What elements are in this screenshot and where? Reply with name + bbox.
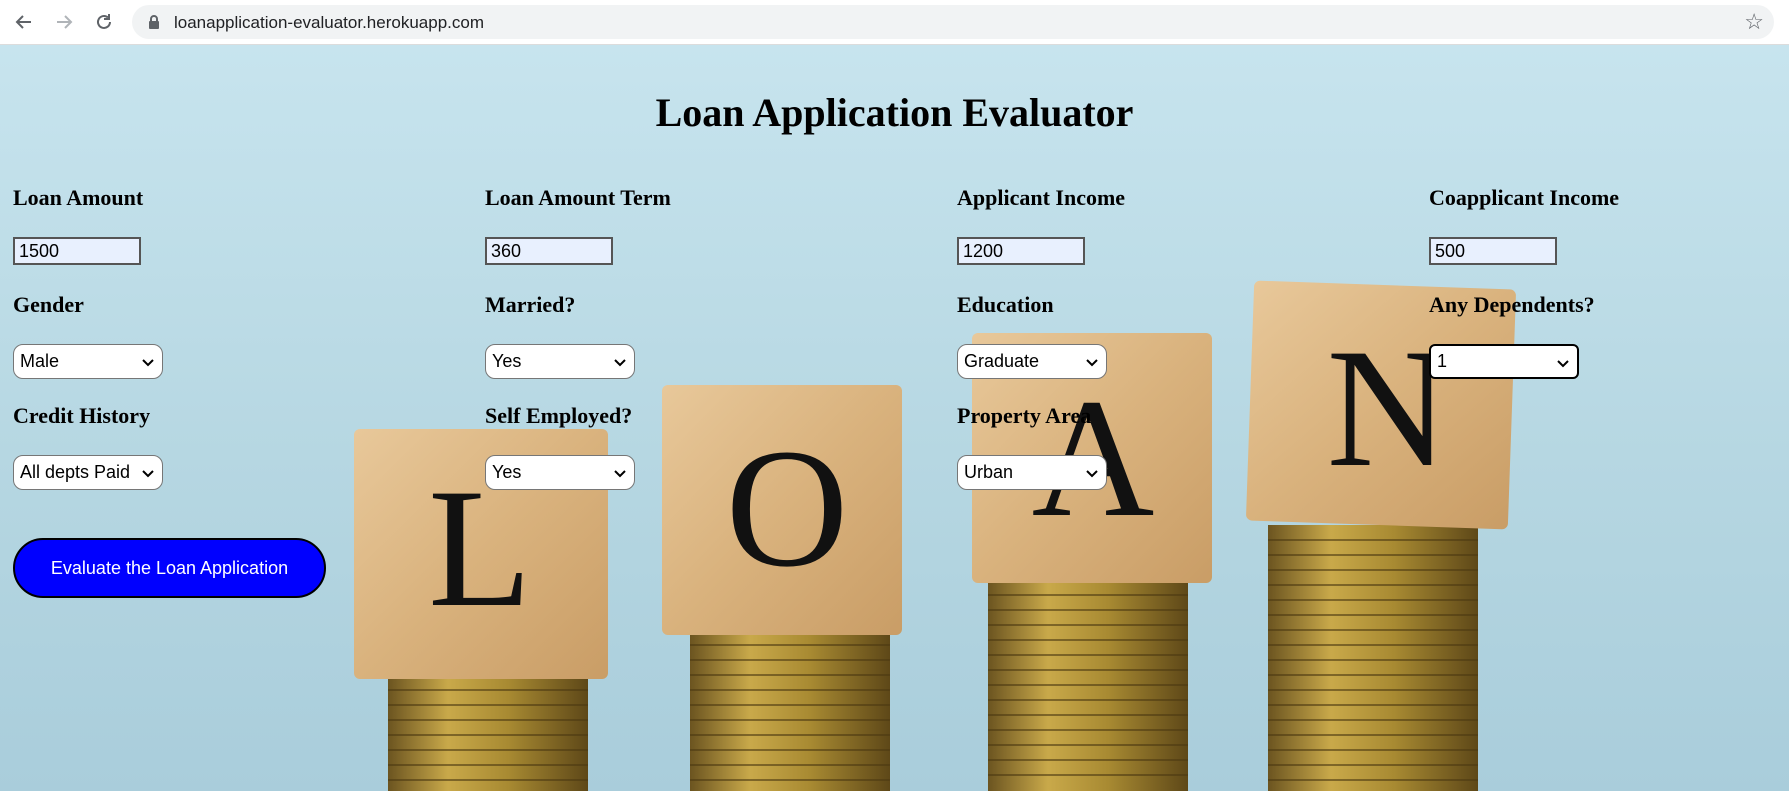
- property-area-label: Property Area: [957, 403, 1092, 428]
- married-selected-value: Yes: [492, 351, 522, 371]
- block-letter: N: [1327, 314, 1450, 502]
- chevron-down-icon: [142, 359, 154, 367]
- lock-icon: [149, 15, 159, 29]
- self-employed-select[interactable]: Yes: [485, 455, 635, 490]
- bookmark-star-icon[interactable]: ☆: [1744, 9, 1764, 35]
- loan-blocks-background-image: L O A N: [354, 280, 1516, 791]
- page-content: L O A N Loan Application Evaluator Loan …: [0, 45, 1789, 791]
- chevron-down-icon: [614, 470, 626, 478]
- credit-history-selected-value: All depts Paid: [20, 462, 131, 482]
- property-area-select[interactable]: Urban: [957, 455, 1107, 490]
- loan-amount-input[interactable]: [13, 237, 141, 265]
- loan-amount-term-label: Loan Amount Term: [485, 185, 671, 210]
- reload-icon[interactable]: [90, 8, 118, 36]
- loan-amount-label: Loan Amount: [13, 185, 144, 210]
- url-text: loanapplication-evaluator.herokuapp.com: [174, 13, 484, 32]
- dependents-selected-value: 1: [1437, 351, 1448, 371]
- forward-icon[interactable]: [50, 8, 78, 36]
- chevron-down-icon: [142, 470, 154, 478]
- evaluate-loan-button[interactable]: Evaluate the Loan Application: [13, 538, 326, 598]
- coapplicant-income-input[interactable]: [1429, 237, 1557, 265]
- self-employed-selected-value: Yes: [492, 462, 522, 482]
- coin-stack: [690, 630, 890, 791]
- property-area-selected-value: Urban: [964, 462, 1014, 482]
- coin-stack: [988, 580, 1188, 791]
- coin-stack: [388, 675, 588, 791]
- loan-amount-term-input[interactable]: [485, 237, 613, 265]
- credit-history-label: Credit History: [13, 403, 151, 428]
- gender-selected-value: Male: [20, 351, 60, 371]
- self-employed-label: Self Employed?: [485, 403, 633, 428]
- education-select[interactable]: Graduate: [957, 344, 1107, 379]
- applicant-income-label: Applicant Income: [957, 185, 1126, 210]
- coin-stack: [1268, 525, 1478, 791]
- block-letter: O: [726, 414, 849, 602]
- back-icon[interactable]: [10, 8, 38, 36]
- gender-select[interactable]: Male: [13, 344, 163, 379]
- married-label: Married?: [485, 292, 576, 317]
- education-selected-value: Graduate: [964, 351, 1040, 371]
- dependents-select[interactable]: 1: [1429, 344, 1579, 379]
- chevron-down-icon: [614, 359, 626, 367]
- education-label: Education: [957, 292, 1054, 317]
- married-select[interactable]: Yes: [485, 344, 635, 379]
- chevron-down-icon: [1086, 359, 1098, 367]
- applicant-income-input[interactable]: [957, 237, 1085, 265]
- coapplicant-income-label: Coapplicant Income: [1429, 185, 1620, 210]
- address-bar[interactable]: loanapplication-evaluator.herokuapp.com …: [132, 5, 1774, 39]
- dependents-label: Any Dependents?: [1429, 292, 1595, 317]
- chevron-down-icon: [1557, 360, 1569, 368]
- chevron-down-icon: [1086, 470, 1098, 478]
- browser-toolbar: loanapplication-evaluator.herokuapp.com …: [0, 0, 1789, 45]
- page-title: Loan Application Evaluator: [655, 90, 1134, 135]
- credit-history-select[interactable]: All depts Paid: [13, 455, 163, 490]
- gender-label: Gender: [13, 292, 84, 317]
